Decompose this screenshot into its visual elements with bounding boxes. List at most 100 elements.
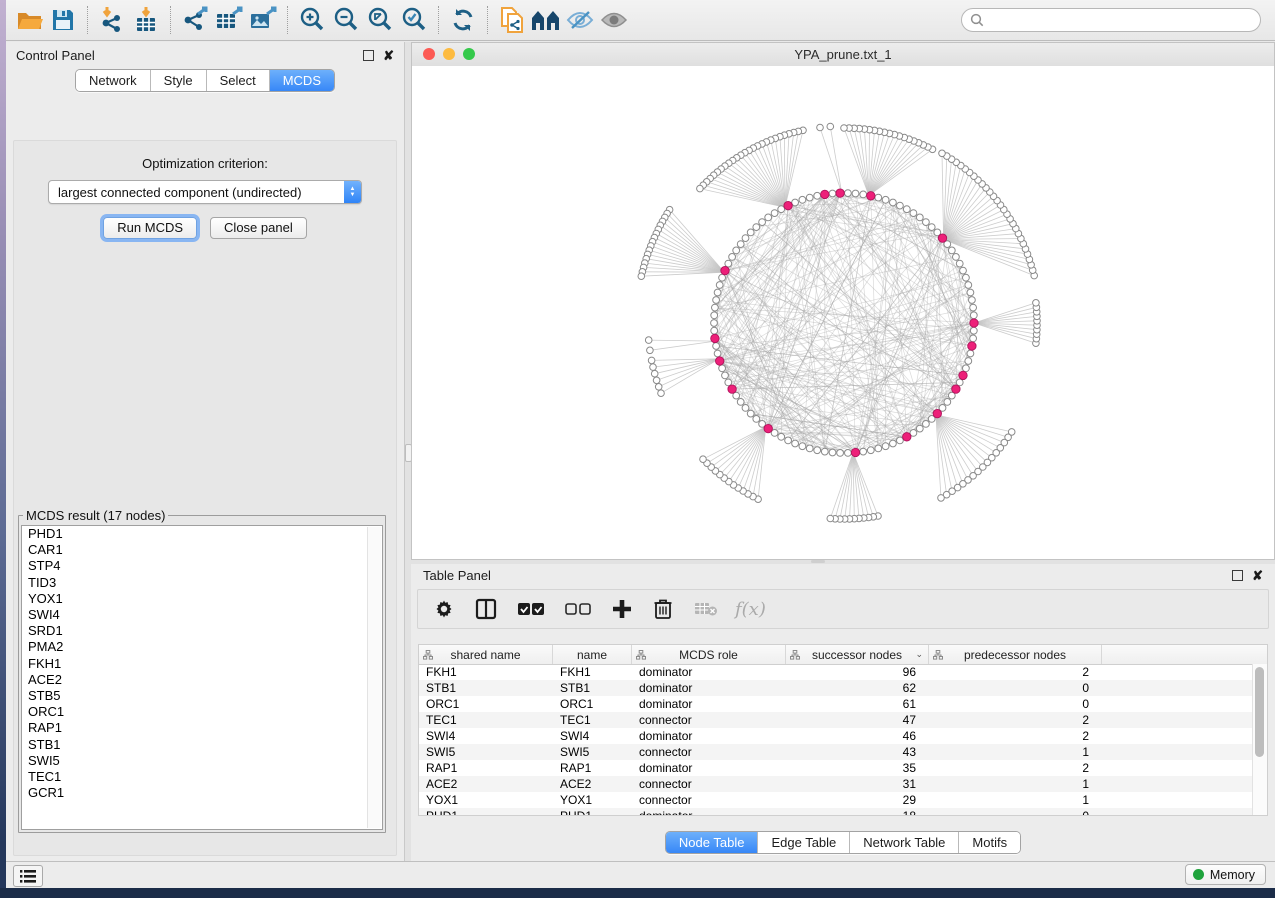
graph-node[interactable] xyxy=(714,350,721,357)
graph-mcds-node[interactable] xyxy=(821,190,829,198)
graph-node[interactable] xyxy=(737,241,744,248)
table-row[interactable]: PHD1PHD1dominator180 xyxy=(419,808,1253,815)
function-builder-icon[interactable]: f(x) xyxy=(735,599,766,620)
graph-leaf-node[interactable] xyxy=(939,150,946,157)
graph-node[interactable] xyxy=(806,445,813,452)
graph-node[interactable] xyxy=(747,410,754,417)
graph-mcds-node[interactable] xyxy=(903,433,911,441)
tab-node-table[interactable]: Node Table xyxy=(666,832,759,853)
graph-node[interactable] xyxy=(759,219,766,226)
graph-leaf-node[interactable] xyxy=(653,377,660,384)
graph-leaf-node[interactable] xyxy=(658,390,665,397)
graph-node[interactable] xyxy=(882,443,889,450)
mcds-result-item[interactable]: FKH1 xyxy=(22,656,382,672)
graph-node[interactable] xyxy=(965,282,972,289)
graph-leaf-node[interactable] xyxy=(827,123,834,130)
graph-node[interactable] xyxy=(948,247,955,254)
graph-node[interactable] xyxy=(778,206,785,213)
graph-node[interactable] xyxy=(765,214,772,221)
zoom-fit-icon[interactable] xyxy=(363,5,397,35)
graph-node[interactable] xyxy=(792,199,799,206)
graph-node[interactable] xyxy=(963,274,970,281)
graph-node[interactable] xyxy=(916,425,923,432)
column-header-MCDS-role[interactable]: MCDS role xyxy=(632,645,786,664)
graph-node[interactable] xyxy=(970,327,977,334)
graph-mcds-node[interactable] xyxy=(959,371,967,379)
mcds-result-item[interactable]: PMA2 xyxy=(22,639,382,655)
mcds-result-item[interactable]: YOX1 xyxy=(22,591,382,607)
graph-leaf-node[interactable] xyxy=(938,495,945,502)
mcds-result-item[interactable]: TEC1 xyxy=(22,769,382,785)
tab-mcds[interactable]: MCDS xyxy=(270,70,334,91)
automation-panel-button[interactable] xyxy=(13,865,43,887)
export-image-icon[interactable] xyxy=(246,5,280,35)
graph-mcds-node[interactable] xyxy=(836,189,844,197)
graph-node[interactable] xyxy=(867,447,874,454)
zoom-in-icon[interactable] xyxy=(295,5,329,35)
table-row[interactable]: SWI4SWI4dominator462 xyxy=(419,728,1253,744)
graph-node[interactable] xyxy=(821,448,828,455)
table-options-gear-icon[interactable] xyxy=(434,599,454,619)
graph-node[interactable] xyxy=(837,450,844,457)
graph-node[interactable] xyxy=(814,447,821,454)
graph-node[interactable] xyxy=(845,450,852,457)
graph-mcds-node[interactable] xyxy=(970,319,978,327)
graph-leaf-node[interactable] xyxy=(650,364,657,371)
graph-node[interactable] xyxy=(890,440,897,447)
graph-node[interactable] xyxy=(753,224,760,231)
graph-node[interactable] xyxy=(733,247,740,254)
graph-mcds-node[interactable] xyxy=(728,385,736,393)
deselect-all-icon[interactable] xyxy=(565,602,591,616)
table-row[interactable]: RAP1RAP1dominator352 xyxy=(419,760,1253,776)
graph-node[interactable] xyxy=(956,260,963,267)
graph-node[interactable] xyxy=(799,196,806,203)
graph-node[interactable] xyxy=(713,297,720,304)
graph-node[interactable] xyxy=(729,254,736,261)
graph-node[interactable] xyxy=(960,267,967,274)
close-window-icon[interactable] xyxy=(423,48,435,60)
graph-node[interactable] xyxy=(923,219,930,226)
minimize-window-icon[interactable] xyxy=(443,48,455,60)
graph-node[interactable] xyxy=(967,350,974,357)
table-row[interactable]: TEC1TEC1connector472 xyxy=(419,712,1253,728)
mcds-result-item[interactable]: CAR1 xyxy=(22,542,382,558)
tab-select[interactable]: Select xyxy=(207,70,270,91)
graph-mcds-node[interactable] xyxy=(784,201,792,209)
column-header-successor-nodes[interactable]: successor nodes⌄ xyxy=(786,645,929,664)
graph-mcds-node[interactable] xyxy=(711,334,719,342)
graph-node[interactable] xyxy=(829,190,836,197)
mcds-result-item[interactable]: STB1 xyxy=(22,737,382,753)
mcds-result-item[interactable]: SRD1 xyxy=(22,623,382,639)
zoom-out-icon[interactable] xyxy=(329,5,363,35)
graph-node[interactable] xyxy=(742,235,749,242)
graph-node[interactable] xyxy=(860,448,867,455)
graph-leaf-node[interactable] xyxy=(700,456,707,463)
graph-node[interactable] xyxy=(890,199,897,206)
graph-node[interactable] xyxy=(747,229,754,236)
graph-node[interactable] xyxy=(953,254,960,261)
graph-node[interactable] xyxy=(910,210,917,217)
graph-node[interactable] xyxy=(711,327,718,334)
graph-node[interactable] xyxy=(778,433,785,440)
graph-node[interactable] xyxy=(967,289,974,296)
graph-leaf-node[interactable] xyxy=(651,370,658,377)
graph-node[interactable] xyxy=(903,206,910,213)
graph-leaf-node[interactable] xyxy=(655,384,662,391)
float-panel-icon[interactable] xyxy=(1232,570,1243,581)
search-input[interactable] xyxy=(990,12,1260,28)
table-row[interactable]: FKH1FKH1dominator962 xyxy=(419,664,1253,680)
mcds-result-item[interactable]: SWI4 xyxy=(22,607,382,623)
column-header-name[interactable]: name xyxy=(553,645,632,664)
graph-node[interactable] xyxy=(852,190,859,197)
graph-node[interactable] xyxy=(897,202,904,209)
first-neighbors-icon[interactable] xyxy=(529,5,563,35)
new-network-from-selection-icon[interactable] xyxy=(495,5,529,35)
tab-style[interactable]: Style xyxy=(151,70,207,91)
graph-node[interactable] xyxy=(725,260,732,267)
graph-node[interactable] xyxy=(722,372,729,379)
graph-node[interactable] xyxy=(719,274,726,281)
graph-mcds-node[interactable] xyxy=(867,192,875,200)
graph-node[interactable] xyxy=(923,421,930,428)
close-panel-icon[interactable]: ✘ xyxy=(1252,571,1263,581)
graph-node[interactable] xyxy=(799,443,806,450)
